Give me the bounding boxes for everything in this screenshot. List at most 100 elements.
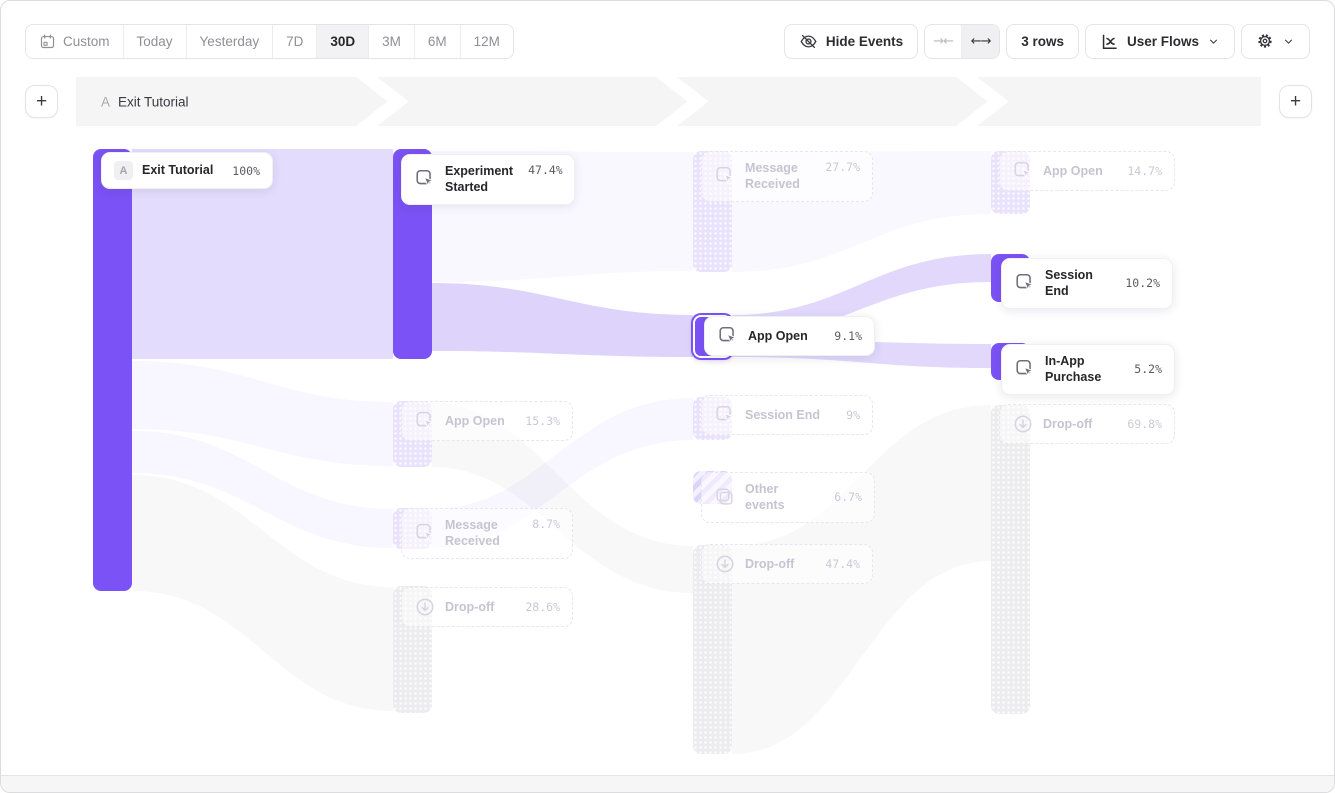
node-label: App Open <box>1043 163 1103 179</box>
node-card-message-received-c3[interactable]: Message Received 27.7% <box>701 151 873 202</box>
view-type-dropdown[interactable]: User Flows <box>1085 24 1235 59</box>
node-label: Drop-off <box>745 556 794 572</box>
view-controls: Hide Events →← ←→ 3 rows User Flows <box>784 24 1310 59</box>
node-percent: 8.7% <box>526 517 560 531</box>
event-icon <box>414 410 436 432</box>
node-label: Session End <box>745 407 820 423</box>
node-percent: 15.3% <box>519 414 560 428</box>
node-card-dropoff-c2[interactable]: Drop-off 28.6% <box>401 587 573 627</box>
rows-label: 3 rows <box>1021 34 1064 49</box>
date-range-toolbar: Custom Today Yesterday 7D 30D 3M 6M 12M <box>25 24 514 59</box>
step-badge: A <box>101 94 110 109</box>
add-step-right-button[interactable]: + <box>1279 85 1312 118</box>
node-label: Session End <box>1045 267 1110 300</box>
node-percent: 28.6% <box>519 600 560 614</box>
date-range-12m[interactable]: 12M <box>461 25 513 58</box>
date-range-label: 30D <box>330 34 355 49</box>
node-card-dropoff-c4[interactable]: Drop-off 69.8% <box>999 404 1175 444</box>
node-bar-exit-tutorial[interactable] <box>93 149 132 591</box>
expand-arrows-icon: ←→ <box>971 34 991 49</box>
date-range-label: 12M <box>474 34 500 49</box>
node-percent: 5.2% <box>1128 362 1162 376</box>
date-range-label: Yesterday <box>200 34 260 49</box>
node-card-app-open-c4[interactable]: App Open 14.7% <box>999 151 1175 191</box>
event-icon <box>717 325 739 347</box>
date-range-6m[interactable]: 6M <box>415 25 461 58</box>
expand-width-button[interactable]: ←→ <box>962 25 999 58</box>
node-percent: 10.2% <box>1119 276 1160 290</box>
dropoff-icon <box>714 553 736 575</box>
hide-events-button[interactable]: Hide Events <box>784 24 918 59</box>
node-bar-dropoff-c4[interactable] <box>991 405 1030 714</box>
hide-events-label: Hide Events <box>826 34 903 49</box>
date-range-custom[interactable]: Custom <box>26 25 124 58</box>
node-card-other-events-c3[interactable]: Other events 6.7% <box>701 472 875 523</box>
node-percent: 27.7% <box>819 160 860 174</box>
plus-icon: + <box>1290 91 1301 113</box>
node-card-app-open-c2[interactable]: App Open 15.3% <box>401 401 573 441</box>
date-range-30d-selected[interactable]: 30D <box>317 25 369 58</box>
date-range-today[interactable]: Today <box>124 25 187 58</box>
event-icon <box>1014 272 1036 294</box>
node-card-session-end-c3[interactable]: Session End 9% <box>701 395 873 435</box>
chevron-down-icon <box>1207 35 1220 48</box>
node-percent: 47.4% <box>522 163 563 177</box>
toolbar: Custom Today Yesterday 7D 30D 3M 6M 12M … <box>25 23 1310 59</box>
chevron-down-icon <box>1282 35 1295 48</box>
date-range-label: 6M <box>428 34 447 49</box>
node-percent: 47.4% <box>819 557 860 571</box>
date-range-yesterday[interactable]: Yesterday <box>187 25 274 58</box>
node-percent: 9% <box>840 408 860 422</box>
view-type-label: User Flows <box>1127 34 1199 49</box>
step-chevron-separators <box>76 77 1261 126</box>
node-label: Message Received <box>745 160 810 193</box>
chart-width-toggle: →← ←→ <box>924 24 1000 59</box>
node-percent: 9.1% <box>828 329 862 343</box>
event-icon <box>414 168 436 190</box>
date-range-7d[interactable]: 7D <box>273 25 317 58</box>
node-label: Other events <box>745 481 819 514</box>
node-label: Experiment Started <box>445 163 513 196</box>
bottom-status-strip <box>1 775 1334 792</box>
node-card-in-app-purchase-c4[interactable]: In-App Purchase 5.2% <box>1001 344 1175 395</box>
gear-icon <box>1256 32 1274 50</box>
node-label: Exit Tutorial <box>142 162 213 178</box>
flows-chart-icon <box>1100 32 1119 51</box>
settings-dropdown[interactable] <box>1241 24 1310 59</box>
date-range-3m[interactable]: 3M <box>369 25 415 58</box>
rows-button[interactable]: 3 rows <box>1006 24 1079 59</box>
node-card-message-received-c2[interactable]: Message Received 8.7% <box>401 508 573 559</box>
node-percent: 14.7% <box>1121 164 1162 178</box>
eye-off-icon <box>799 32 818 51</box>
event-icon <box>1012 160 1034 182</box>
flow-step-header[interactable]: A Exit Tutorial <box>76 77 1261 126</box>
node-percent: 100% <box>226 164 260 178</box>
node-label: App Open <box>445 413 505 429</box>
node-card-experiment-started[interactable]: Experiment Started 47.4% <box>401 154 575 205</box>
node-card-app-open-c3[interactable]: App Open 9.1% <box>704 316 875 356</box>
date-range-selector: Custom Today Yesterday 7D 30D 3M 6M 12M <box>25 24 514 59</box>
step-a-label: A Exit Tutorial <box>101 94 189 109</box>
node-label: Drop-off <box>445 599 494 615</box>
collapse-width-button[interactable]: →← <box>925 25 962 58</box>
node-percent: 69.8% <box>1121 417 1162 431</box>
step-a-badge: A <box>114 161 133 180</box>
plus-icon: + <box>36 91 47 113</box>
dropoff-icon <box>414 596 436 618</box>
user-flows-app: Custom Today Yesterday 7D 30D 3M 6M 12M … <box>0 0 1335 793</box>
dropoff-icon <box>1012 413 1034 435</box>
calendar-icon <box>39 33 56 50</box>
node-card-exit-tutorial[interactable]: A Exit Tutorial 100% <box>101 152 273 189</box>
node-card-dropoff-c3[interactable]: Drop-off 47.4% <box>701 544 873 584</box>
other-events-icon <box>714 486 736 508</box>
collapse-arrows-icon: →← <box>933 34 953 49</box>
node-percent: 6.7% <box>828 490 862 504</box>
add-step-left-button[interactable]: + <box>25 85 58 118</box>
step-name: Exit Tutorial <box>118 94 189 109</box>
event-icon <box>714 165 736 187</box>
node-label: Message Received <box>445 517 517 550</box>
event-icon <box>414 522 436 544</box>
node-card-session-end-c4[interactable]: Session End 10.2% <box>1001 258 1173 309</box>
event-icon <box>714 404 736 426</box>
date-range-label: Today <box>137 34 173 49</box>
